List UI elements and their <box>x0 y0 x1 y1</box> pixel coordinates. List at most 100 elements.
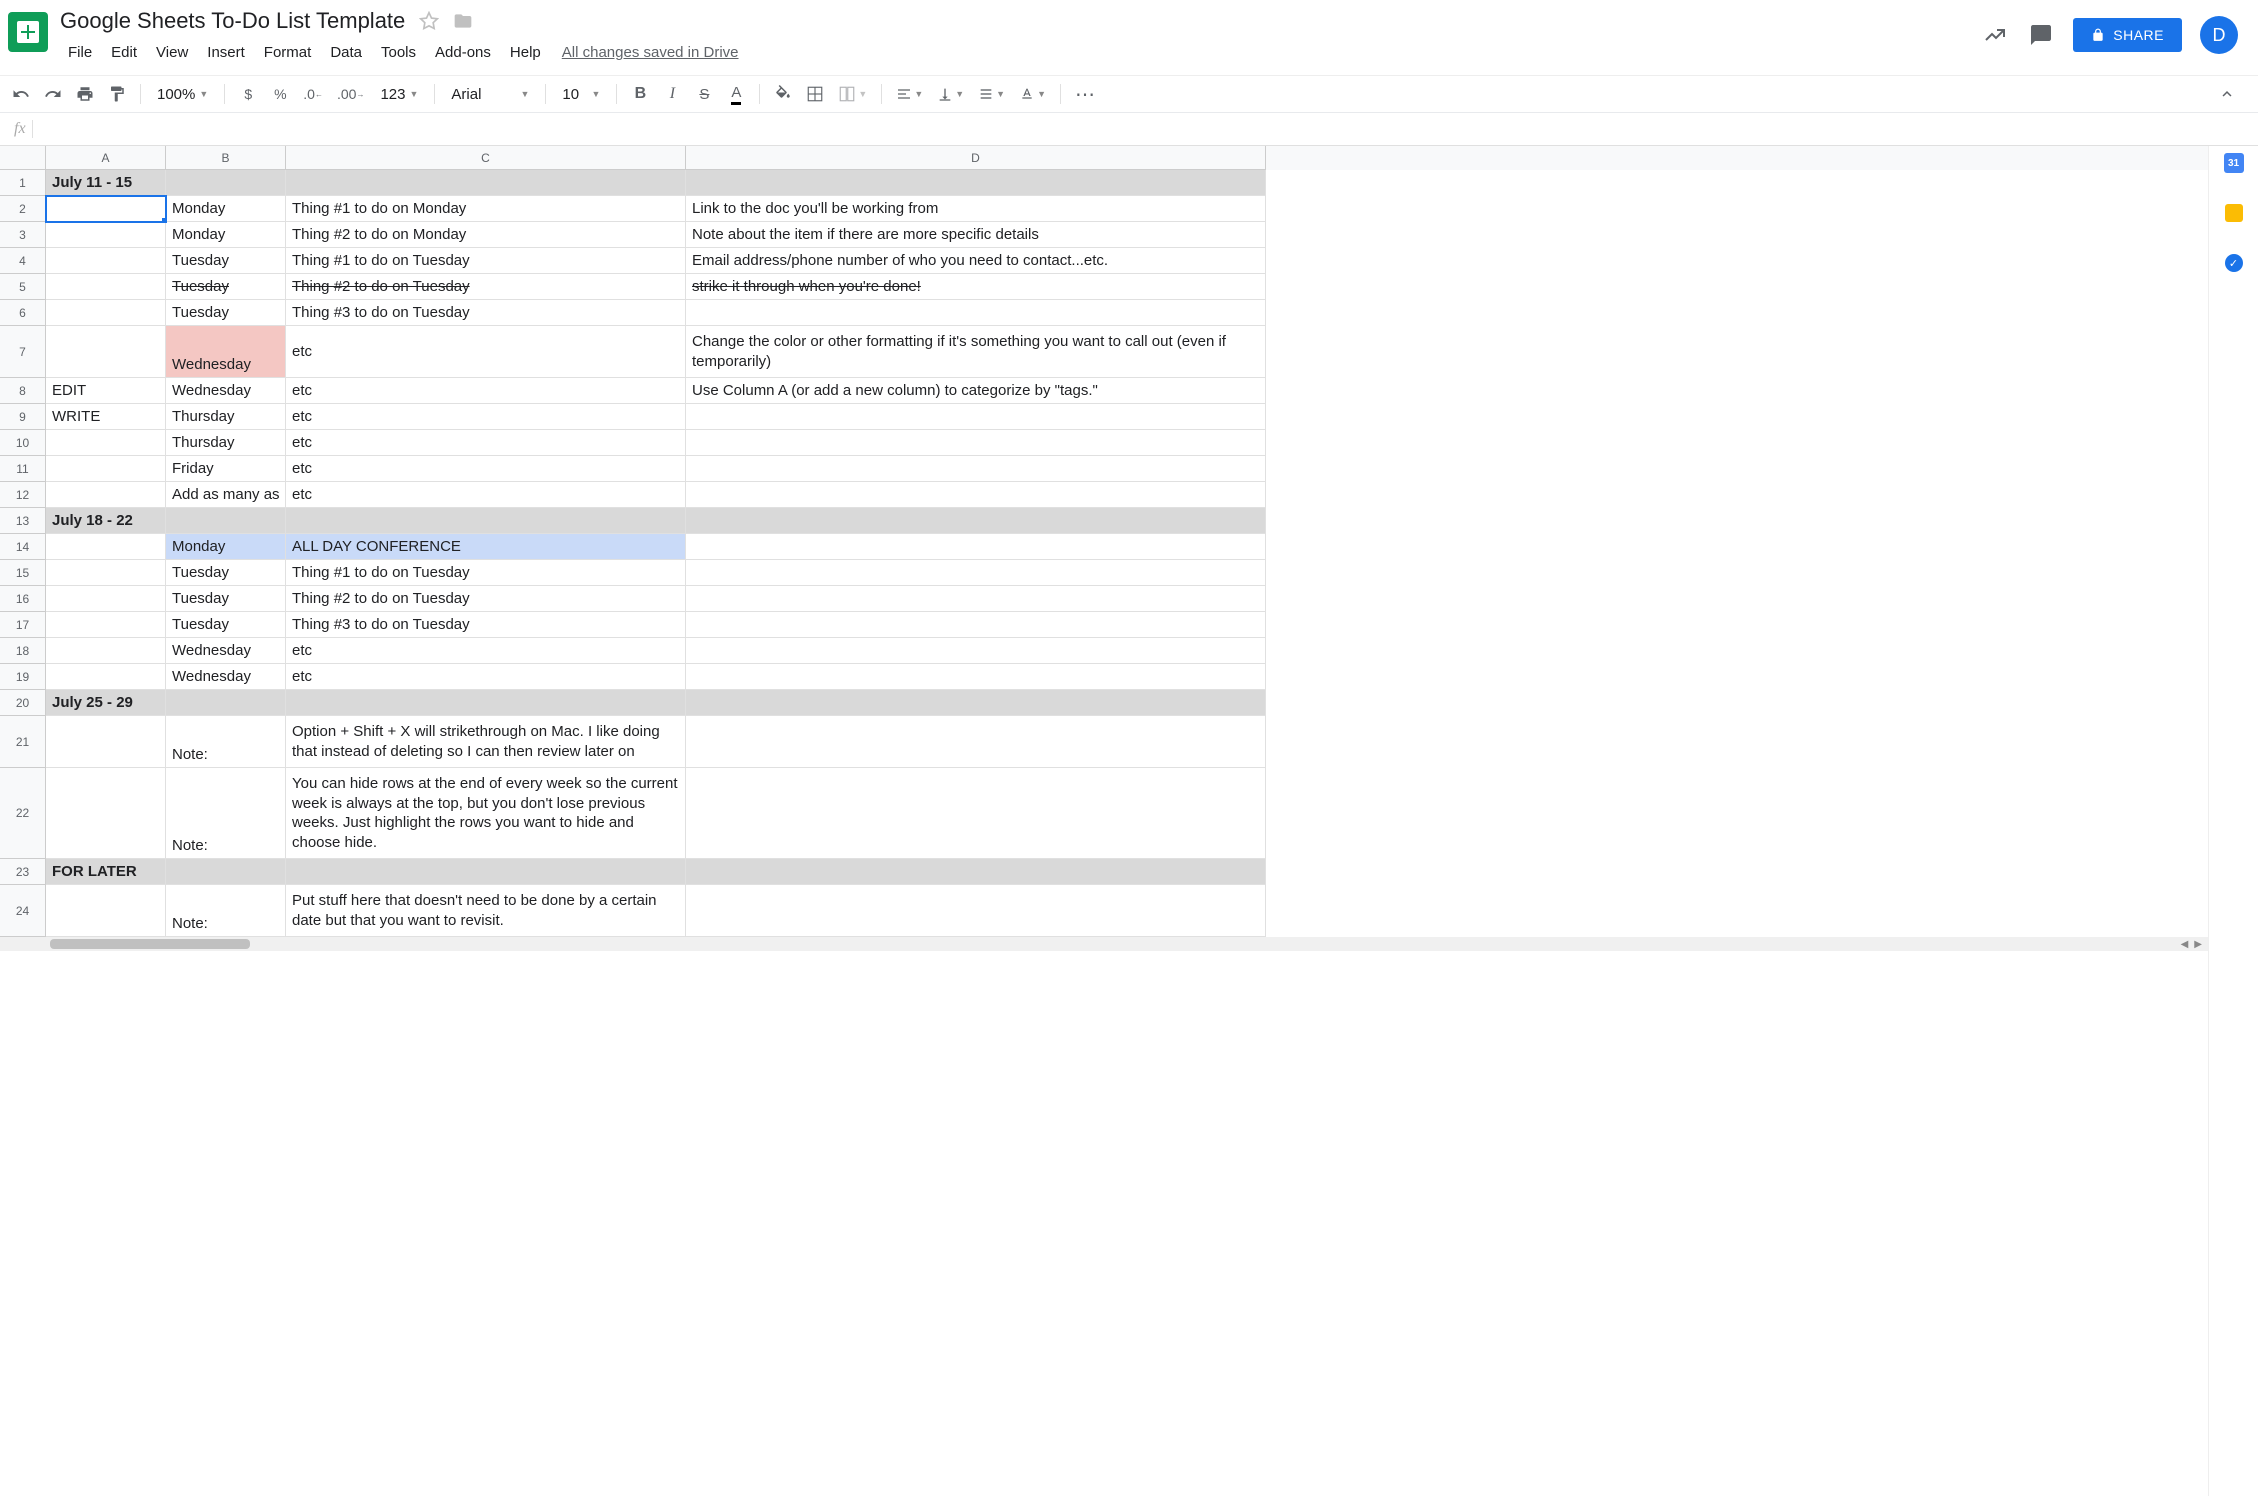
row-header[interactable]: 11 <box>0 456 46 482</box>
cell-D21[interactable] <box>686 716 1266 768</box>
cell-D4[interactable]: Email address/phone number of who you ne… <box>686 248 1266 274</box>
cell-D14[interactable] <box>686 534 1266 560</box>
text-color-button[interactable]: A <box>723 80 749 108</box>
print-button[interactable] <box>72 80 98 108</box>
cell-B19[interactable]: Wednesday <box>166 664 286 690</box>
cell-D2[interactable]: Link to the doc you'll be working from <box>686 196 1266 222</box>
row-header[interactable]: 10 <box>0 430 46 456</box>
cell-D20[interactable] <box>686 690 1266 716</box>
menu-view[interactable]: View <box>148 40 196 65</box>
cell-C15[interactable]: Thing #1 to do on Tuesday <box>286 560 686 586</box>
menu-insert[interactable]: Insert <box>199 40 253 65</box>
save-status[interactable]: All changes saved in Drive <box>562 44 739 61</box>
doc-title[interactable]: Google Sheets To-Do List Template <box>60 8 405 34</box>
col-header-D[interactable]: D <box>686 146 1266 170</box>
cell-C12[interactable]: etc <box>286 482 686 508</box>
cell-B8[interactable]: Wednesday <box>166 378 286 404</box>
row-header[interactable]: 21 <box>0 716 46 768</box>
merge-cells-button[interactable]: ▼ <box>834 80 871 108</box>
more-options-button[interactable]: ⋯ <box>1071 80 1101 108</box>
cell-A24[interactable] <box>46 885 166 937</box>
menu-data[interactable]: Data <box>322 40 370 65</box>
cell-A9[interactable]: WRITE <box>46 404 166 430</box>
collapse-toolbar-button[interactable] <box>2214 80 2240 108</box>
cell-C3[interactable]: Thing #2 to do on Monday <box>286 222 686 248</box>
cell-D9[interactable] <box>686 404 1266 430</box>
cell-C22[interactable]: You can hide rows at the end of every we… <box>286 768 686 859</box>
vertical-align-button[interactable]: ▼ <box>933 80 968 108</box>
cell-D17[interactable] <box>686 612 1266 638</box>
cell-D23[interactable] <box>686 859 1266 885</box>
cell-B22[interactable]: Note: <box>166 768 286 859</box>
row-header[interactable]: 23 <box>0 859 46 885</box>
cell-C10[interactable]: etc <box>286 430 686 456</box>
paint-format-button[interactable] <box>104 80 130 108</box>
comment-icon[interactable] <box>2027 21 2055 49</box>
row-header[interactable]: 20 <box>0 690 46 716</box>
fill-color-button[interactable] <box>770 80 796 108</box>
col-header-C[interactable]: C <box>286 146 686 170</box>
text-rotation-button[interactable]: ▼ <box>1015 80 1050 108</box>
cell-A16[interactable] <box>46 586 166 612</box>
cell-A1[interactable]: July 11 - 15 <box>46 170 166 196</box>
font-size-selector[interactable]: 10▼ <box>556 86 606 103</box>
cell-A19[interactable] <box>46 664 166 690</box>
bold-button[interactable]: B <box>627 80 653 108</box>
cell-C8[interactable]: etc <box>286 378 686 404</box>
cell-A10[interactable] <box>46 430 166 456</box>
cell-A12[interactable] <box>46 482 166 508</box>
cell-D16[interactable] <box>686 586 1266 612</box>
cell-A7[interactable] <box>46 326 166 378</box>
cell-B15[interactable]: Tuesday <box>166 560 286 586</box>
cell-C5[interactable]: Thing #2 to do on Tuesday <box>286 274 686 300</box>
cell-C20[interactable] <box>286 690 686 716</box>
cell-C17[interactable]: Thing #3 to do on Tuesday <box>286 612 686 638</box>
cell-C9[interactable]: etc <box>286 404 686 430</box>
sheet-area[interactable]: A B C D 1July 11 - 152MondayThing #1 to … <box>0 146 2208 1496</box>
keep-addon-icon[interactable] <box>2223 202 2245 224</box>
share-button[interactable]: SHARE <box>2073 18 2182 52</box>
cell-D11[interactable] <box>686 456 1266 482</box>
strikethrough-button[interactable]: S <box>691 80 717 108</box>
avatar[interactable]: D <box>2200 16 2238 54</box>
cell-C7[interactable]: etc <box>286 326 686 378</box>
row-header[interactable]: 12 <box>0 482 46 508</box>
cell-A11[interactable] <box>46 456 166 482</box>
cell-A4[interactable] <box>46 248 166 274</box>
row-header[interactable]: 17 <box>0 612 46 638</box>
cell-D15[interactable] <box>686 560 1266 586</box>
menu-help[interactable]: Help <box>502 40 549 65</box>
text-wrap-button[interactable]: ▼ <box>974 80 1009 108</box>
cell-A5[interactable] <box>46 274 166 300</box>
row-header[interactable]: 1 <box>0 170 46 196</box>
cell-C11[interactable]: etc <box>286 456 686 482</box>
col-header-B[interactable]: B <box>166 146 286 170</box>
calendar-addon-icon[interactable]: 31 <box>2223 152 2245 174</box>
cell-D24[interactable] <box>686 885 1266 937</box>
row-header[interactable]: 7 <box>0 326 46 378</box>
cell-A6[interactable] <box>46 300 166 326</box>
cell-A21[interactable] <box>46 716 166 768</box>
cell-D22[interactable] <box>686 768 1266 859</box>
row-header[interactable]: 24 <box>0 885 46 937</box>
borders-button[interactable] <box>802 80 828 108</box>
cell-B2[interactable]: Monday <box>166 196 286 222</box>
cell-D10[interactable] <box>686 430 1266 456</box>
cell-D1[interactable] <box>686 170 1266 196</box>
zoom-selector[interactable]: 100%▼ <box>151 86 214 103</box>
cell-C14[interactable]: ALL DAY CONFERENCE <box>286 534 686 560</box>
cell-B17[interactable]: Tuesday <box>166 612 286 638</box>
cell-B12[interactable]: Add as many as <box>166 482 286 508</box>
cell-C18[interactable]: etc <box>286 638 686 664</box>
cell-B7[interactable]: Wednesday <box>166 326 286 378</box>
cell-C4[interactable]: Thing #1 to do on Tuesday <box>286 248 686 274</box>
row-header[interactable]: 14 <box>0 534 46 560</box>
star-icon[interactable] <box>419 11 439 31</box>
cell-A22[interactable] <box>46 768 166 859</box>
cell-D19[interactable] <box>686 664 1266 690</box>
row-header[interactable]: 19 <box>0 664 46 690</box>
cell-B4[interactable]: Tuesday <box>166 248 286 274</box>
cell-D3[interactable]: Note about the item if there are more sp… <box>686 222 1266 248</box>
cell-B24[interactable]: Note: <box>166 885 286 937</box>
cell-A20[interactable]: July 25 - 29 <box>46 690 166 716</box>
